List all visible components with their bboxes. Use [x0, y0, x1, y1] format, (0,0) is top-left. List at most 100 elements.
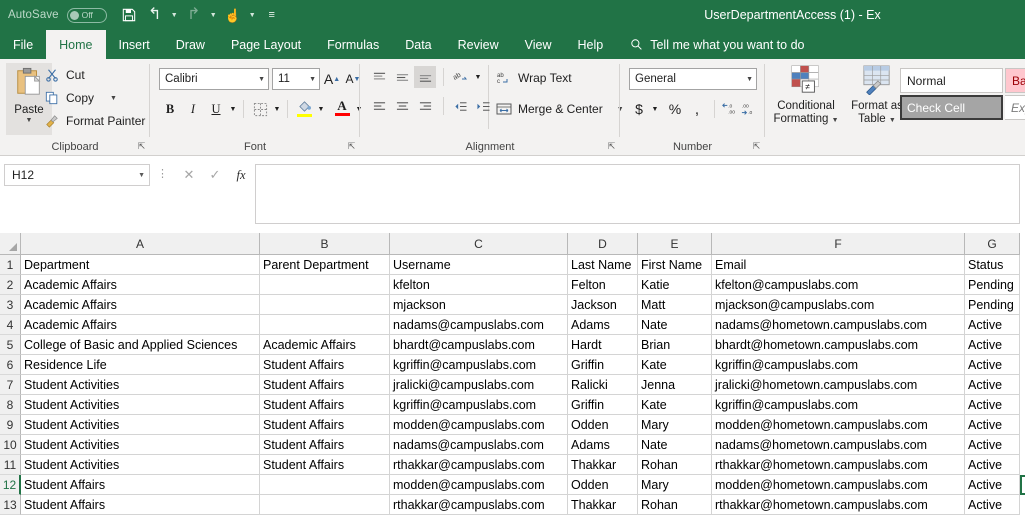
row-header-2[interactable]: 2 — [0, 275, 21, 295]
cell-E4[interactable]: Nate — [638, 315, 712, 335]
tab-page-layout[interactable]: Page Layout — [218, 30, 314, 59]
tab-review[interactable]: Review — [445, 30, 512, 59]
copy-button[interactable]: Copy ▼ — [44, 90, 117, 106]
cell-E5[interactable]: Brian — [638, 335, 712, 355]
cell-G13[interactable]: Active — [965, 495, 1020, 515]
increase-font-size-button[interactable]: A ▲ — [322, 68, 342, 90]
cell-D6[interactable]: Griffin — [568, 355, 638, 375]
row-header-7[interactable]: 7 — [0, 375, 21, 395]
cell-B2[interactable] — [260, 275, 390, 295]
cell-D1[interactable]: Last Name — [568, 255, 638, 275]
cell-E10[interactable]: Nate — [638, 435, 712, 455]
cell-D11[interactable]: Thakkar — [568, 455, 638, 475]
cell-B9[interactable]: Student Affairs — [260, 415, 390, 435]
cell-F12[interactable]: modden@hometown.campuslabs.com — [712, 475, 965, 495]
cell-A13[interactable]: Student Affairs — [21, 495, 260, 515]
wrap-text-button[interactable]: ab c Wrap Text — [496, 70, 572, 86]
cell-F7[interactable]: jralicki@hometown.campuslabs.com — [712, 375, 965, 395]
cell-A4[interactable]: Academic Affairs — [21, 315, 260, 335]
autosave-toggle[interactable]: Off — [66, 7, 107, 23]
tab-file[interactable]: File — [0, 30, 46, 59]
font-name-dropdown-icon[interactable]: ▼ — [255, 76, 265, 83]
cell-G10[interactable]: Active — [965, 435, 1020, 455]
cell-C7[interactable]: jralicki@campuslabs.com — [390, 375, 568, 395]
font-size-input[interactable]: 11 ▼ — [272, 68, 320, 90]
copy-dropdown-icon[interactable]: ▼ — [110, 95, 117, 102]
cell-style-bad[interactable]: Ba — [1005, 68, 1025, 93]
conditional-formatting-dropdown-icon[interactable]: ▼ — [832, 117, 839, 124]
cell-F2[interactable]: kfelton@campuslabs.com — [712, 275, 965, 295]
format-as-table-button[interactable]: Format as Table ▼ — [847, 65, 907, 127]
cell-A9[interactable]: Student Activities — [21, 415, 260, 435]
orientation-dropdown-icon[interactable]: ▼ — [472, 66, 484, 88]
decrease-decimal-button[interactable]: .00 .0 — [740, 98, 760, 120]
undo-dropdown-icon[interactable]: ▼ — [169, 3, 180, 27]
cell-G8[interactable]: Active — [965, 395, 1020, 415]
cell-B1[interactable]: Parent Department — [260, 255, 390, 275]
cell-E13[interactable]: Rohan — [638, 495, 712, 515]
font-size-dropdown-icon[interactable]: ▼ — [306, 76, 316, 83]
cell-D3[interactable]: Jackson — [568, 295, 638, 315]
cell-A8[interactable]: Student Activities — [21, 395, 260, 415]
number-format-select[interactable]: General ▼ — [629, 68, 757, 90]
cell-E2[interactable]: Katie — [638, 275, 712, 295]
row-header-10[interactable]: 10 — [0, 435, 21, 455]
cell-C11[interactable]: rthakkar@campuslabs.com — [390, 455, 568, 475]
cell-D9[interactable]: Odden — [568, 415, 638, 435]
cell-B13[interactable] — [260, 495, 390, 515]
alignment-dialog-launcher-icon[interactable]: ⇱ — [606, 141, 617, 152]
align-middle-button[interactable] — [391, 66, 413, 88]
cell-C12[interactable]: modden@campuslabs.com — [390, 475, 568, 495]
tab-view[interactable]: View — [512, 30, 565, 59]
align-center-button[interactable] — [391, 95, 413, 117]
row-header-8[interactable]: 8 — [0, 395, 21, 415]
cell-D10[interactable]: Adams — [568, 435, 638, 455]
font-color-button[interactable]: A — [331, 96, 353, 120]
underline-button[interactable]: U — [205, 98, 227, 120]
borders-dropdown-icon[interactable]: ▼ — [271, 98, 283, 120]
borders-button[interactable] — [249, 98, 271, 120]
increase-indent-button[interactable] — [472, 95, 494, 117]
cell-F1[interactable]: Email — [712, 255, 965, 275]
cell-C4[interactable]: nadams@campuslabs.com — [390, 315, 568, 335]
tab-insert[interactable]: Insert — [106, 30, 163, 59]
row-header-11[interactable]: 11 — [0, 455, 21, 475]
cell-A5[interactable]: College of Basic and Applied Sciences — [21, 335, 260, 355]
tab-data[interactable]: Data — [392, 30, 444, 59]
row-header-4[interactable]: 4 — [0, 315, 21, 335]
cell-B7[interactable]: Student Affairs — [260, 375, 390, 395]
active-cell-selection[interactable] — [1020, 475, 1025, 495]
cell-C2[interactable]: kfelton — [390, 275, 568, 295]
cell-D8[interactable]: Griffin — [568, 395, 638, 415]
cell-D7[interactable]: Ralicki — [568, 375, 638, 395]
cell-F13[interactable]: rthakkar@hometown.campuslabs.com — [712, 495, 965, 515]
cell-style-explanatory[interactable]: Exp — [1005, 95, 1025, 120]
cell-E8[interactable]: Kate — [638, 395, 712, 415]
cell-G5[interactable]: Active — [965, 335, 1020, 355]
font-dialog-launcher-icon[interactable]: ⇱ — [346, 141, 357, 152]
cell-C9[interactable]: modden@campuslabs.com — [390, 415, 568, 435]
accounting-format-button[interactable]: $ — [629, 98, 649, 120]
row-header-3[interactable]: 3 — [0, 295, 21, 315]
cell-A1[interactable]: Department — [21, 255, 260, 275]
row-header-12[interactable]: 12 — [0, 475, 21, 495]
cell-C5[interactable]: bhardt@campuslabs.com — [390, 335, 568, 355]
cut-button[interactable]: Cut — [44, 67, 85, 83]
row-header-5[interactable]: 5 — [0, 335, 21, 355]
cell-E11[interactable]: Rohan — [638, 455, 712, 475]
save-icon[interactable] — [117, 3, 141, 27]
tab-home[interactable]: Home — [46, 30, 106, 59]
cell-E12[interactable]: Mary — [638, 475, 712, 495]
cell-C3[interactable]: mjackson — [390, 295, 568, 315]
customize-quick-access-icon[interactable]: ≡ — [260, 3, 284, 27]
insert-function-icon[interactable]: fx — [228, 164, 254, 186]
underline-dropdown-icon[interactable]: ▼ — [227, 98, 239, 120]
cell-F6[interactable]: kgriffin@campuslabs.com — [712, 355, 965, 375]
cell-C1[interactable]: Username — [390, 255, 568, 275]
row-header-6[interactable]: 6 — [0, 355, 21, 375]
conditional-formatting-button[interactable]: ≠ Conditional Formatting ▼ — [770, 65, 842, 127]
cell-D4[interactable]: Adams — [568, 315, 638, 335]
align-left-button[interactable] — [368, 95, 390, 117]
cell-D2[interactable]: Felton — [568, 275, 638, 295]
cell-A12[interactable]: Student Affairs — [21, 475, 260, 495]
